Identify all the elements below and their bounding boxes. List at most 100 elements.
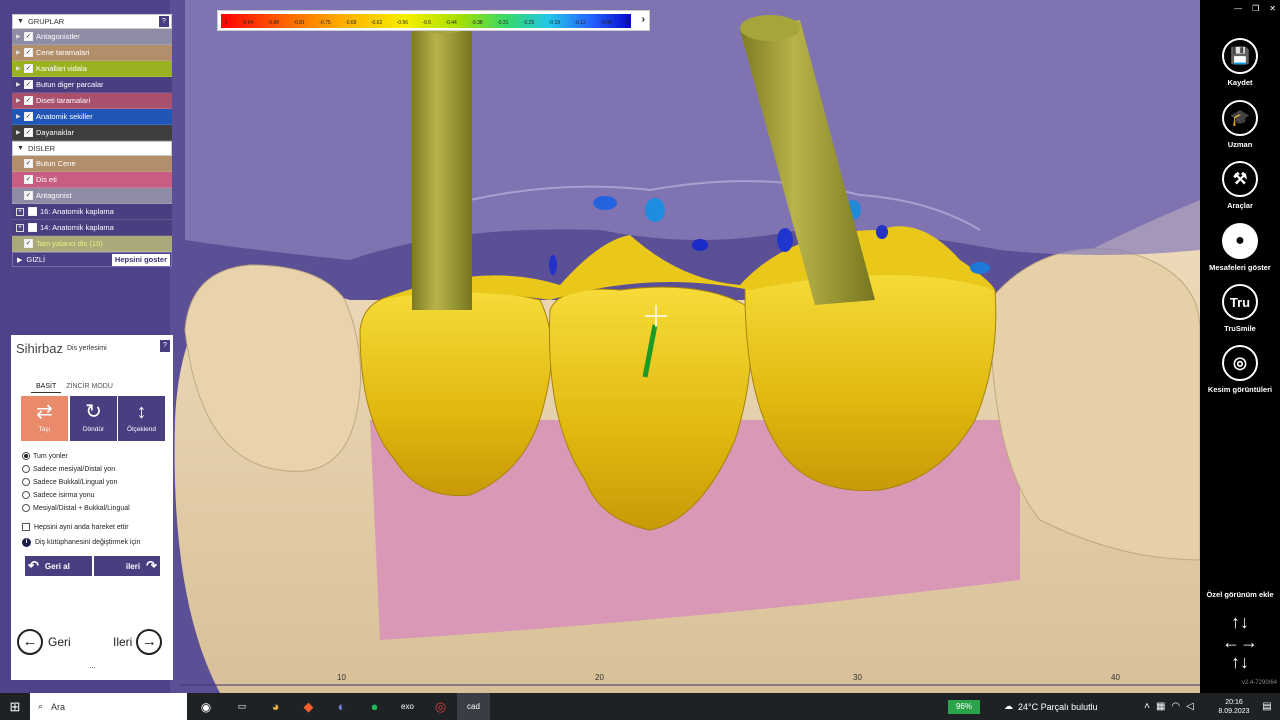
expert-button[interactable]: 🎓 Uzman	[1200, 100, 1280, 149]
news-widget-icon[interactable]: ◉	[187, 693, 225, 720]
restore-icon[interactable]: ❐	[1252, 4, 1259, 13]
radio-circle[interactable]	[22, 478, 30, 486]
next-button[interactable]: Ileri →	[113, 629, 163, 655]
radio-circle[interactable]	[22, 491, 30, 499]
dental-scene[interactable]: 10 20 30 40	[0, 0, 1200, 693]
group-item[interactable]: ▶ ✓ Diseti taramalari	[12, 93, 172, 109]
tooth-item[interactable]: +14: Anatomik kaplama	[12, 220, 172, 236]
spotify-icon[interactable]: ●	[358, 693, 391, 720]
chrome-icon[interactable]: ◕	[259, 693, 292, 720]
tab-chain-mode[interactable]: ZİNCİR MODU	[61, 381, 118, 393]
color-tick: -0.44	[445, 20, 457, 26]
brave-icon[interactable]: ◆	[292, 693, 325, 720]
radio-circle[interactable]	[22, 465, 30, 473]
checkbox[interactable]: ✓	[24, 48, 33, 57]
task-view-icon[interactable]: ▭	[225, 693, 259, 720]
expand-icon[interactable]: ▶	[16, 113, 24, 120]
expand-icon[interactable]: ▶	[17, 256, 22, 264]
3d-viewport[interactable]: 10 20 30 40 -1 -0.94 -0.88 -0.81 -0.75 -0.69-…	[0, 0, 1200, 693]
redo-button[interactable]: ileri ↷	[94, 556, 160, 576]
weather-widget[interactable]: ☁ 24°C Parçalı bulutlu	[1004, 693, 1124, 720]
undo-button[interactable]: ↶ Geri al	[25, 556, 92, 576]
checkbox[interactable]: ✓	[24, 32, 33, 41]
help-button[interactable]: ?	[159, 16, 169, 27]
checkbox[interactable]: ✓	[24, 96, 33, 105]
hidden-section[interactable]: ▶ GİZLİ Hepsini goster	[12, 252, 172, 267]
radio-circle[interactable]	[22, 452, 30, 460]
group-item[interactable]: ▶ ✓ Butun diger parcalar	[12, 77, 172, 93]
expand-box-icon[interactable]: +	[16, 223, 24, 232]
expand-icon[interactable]: ▶	[16, 97, 24, 104]
checkbox[interactable]	[28, 223, 37, 232]
windows-start-icon[interactable]: ⊞	[0, 693, 30, 720]
rotate-button[interactable]: ↻ Döndür	[70, 396, 117, 441]
battery-indicator[interactable]: 96%	[948, 699, 980, 714]
group-item[interactable]: ▶ ✓ Anatomik sekiller	[12, 109, 172, 125]
expand-icon[interactable]: ▶	[16, 129, 24, 136]
tooth-item[interactable]: +16: Anatomik kaplama	[12, 204, 172, 220]
wizard-help-button[interactable]: ?	[160, 340, 170, 352]
checkbox[interactable]: ✓	[24, 80, 33, 89]
discord-icon[interactable]: ◐	[325, 693, 358, 720]
move-button[interactable]: ⇄ Taşı	[21, 396, 68, 441]
cad-app[interactable]: cad	[457, 693, 490, 720]
clock[interactable]: 20:16 8.09.2023	[1214, 693, 1254, 720]
trusmile-button[interactable]: Tru TruSmile	[1200, 284, 1280, 333]
tooth-item[interactable]: ✓ Antagonist	[12, 188, 172, 204]
show-all-button[interactable]: Hepsini goster	[111, 254, 170, 266]
save-button[interactable]: 💾 Kaydet	[1200, 38, 1280, 87]
group-item[interactable]: ▶ ✓ Cene taramalari	[12, 45, 172, 61]
close-icon[interactable]: ✕	[1269, 4, 1276, 13]
view-arrows[interactable]: ↑↓ ←→ ↑↓	[1200, 612, 1280, 672]
direction-radio[interactable]: Sadece Bukkal/Lingual yon	[22, 478, 117, 486]
teeth-header[interactable]: ▼ DİSLER	[12, 141, 172, 156]
taskbar-search[interactable]: ⌕ Ara	[30, 693, 187, 720]
radio-circle[interactable]	[22, 504, 30, 512]
checkbox[interactable]: ✓	[24, 191, 33, 200]
expand-icon[interactable]: ▶	[16, 65, 24, 72]
expand-icon[interactable]: ▶	[16, 33, 24, 40]
minimize-icon[interactable]: —	[1234, 4, 1242, 13]
move-all-checkbox[interactable]: Hepsini ayni anda hareket ettir	[22, 523, 129, 531]
direction-radio[interactable]: Mesiyal/Distal + Bukkal/Lingual	[22, 504, 130, 512]
direction-radio[interactable]: Sadece mesiyal/Distal yon	[22, 465, 115, 473]
trusmile-label: TruSmile	[1224, 324, 1256, 333]
tooth-item[interactable]: ✓ Tam yalanci dis (15)	[12, 236, 172, 252]
exo-app[interactable]: exo	[391, 693, 424, 720]
expand-icon[interactable]: ▶	[16, 81, 24, 88]
checkbox[interactable]: ✓	[24, 239, 33, 248]
collapse-icon[interactable]: ▼	[17, 18, 24, 25]
show-distances-button[interactable]: ● Mesafeleri göster	[1200, 223, 1280, 272]
checkbox[interactable]: ✓	[24, 159, 33, 168]
system-tray[interactable]: ˄ ▦ ◠ ◁	[1124, 693, 1214, 720]
tooth-item[interactable]: ✓ Butun Cene	[12, 156, 172, 172]
group-item[interactable]: ▶ ✓ Dayanaklar	[12, 125, 172, 141]
checkbox[interactable]	[28, 207, 37, 216]
cut-views-button[interactable]: ◎ Kesim görüntüleri	[1200, 345, 1280, 394]
tools-button[interactable]: ⚒ Araçlar	[1200, 161, 1280, 210]
group-item[interactable]: ▶ ✓ Kanallari vidala	[12, 61, 172, 77]
scale-button[interactable]: ↕ Ölçeklend	[118, 396, 165, 441]
back-button[interactable]: ← Geri	[17, 629, 71, 655]
color-scale-arrow[interactable]: ›	[642, 14, 645, 25]
groups-header[interactable]: ▼ GRUPLAR ?	[12, 14, 172, 29]
checkbox[interactable]: ✓	[24, 175, 33, 184]
direction-radio[interactable]: Tum yonler	[22, 452, 68, 460]
checkbox[interactable]: ✓	[24, 64, 33, 73]
checkbox-box[interactable]	[22, 523, 30, 531]
tab-basic[interactable]: BASİT	[31, 381, 62, 393]
group-item[interactable]: ▶ ✓ Antagonistler	[12, 29, 172, 45]
recorder-icon[interactable]: ◎	[424, 693, 457, 720]
tooth-item[interactable]: ✓ Dis eti	[12, 172, 172, 188]
checkbox[interactable]: ✓	[24, 112, 33, 121]
more-dots[interactable]: ...	[89, 661, 96, 670]
direction-radio[interactable]: Sadece isirma yonu	[22, 491, 94, 499]
library-info[interactable]: i Diş kütüphanesini değiştirmek için	[22, 538, 140, 547]
expand-box-icon[interactable]: +	[16, 207, 24, 216]
expand-icon[interactable]: ▶	[16, 49, 24, 56]
collapse-icon[interactable]: ▼	[17, 145, 24, 152]
custom-view-button[interactable]: Özel görünüm ekle	[1200, 590, 1280, 599]
group-label: Kanallari vidala	[36, 64, 87, 73]
notification-icon[interactable]: ▤	[1254, 693, 1280, 720]
checkbox[interactable]: ✓	[24, 128, 33, 137]
